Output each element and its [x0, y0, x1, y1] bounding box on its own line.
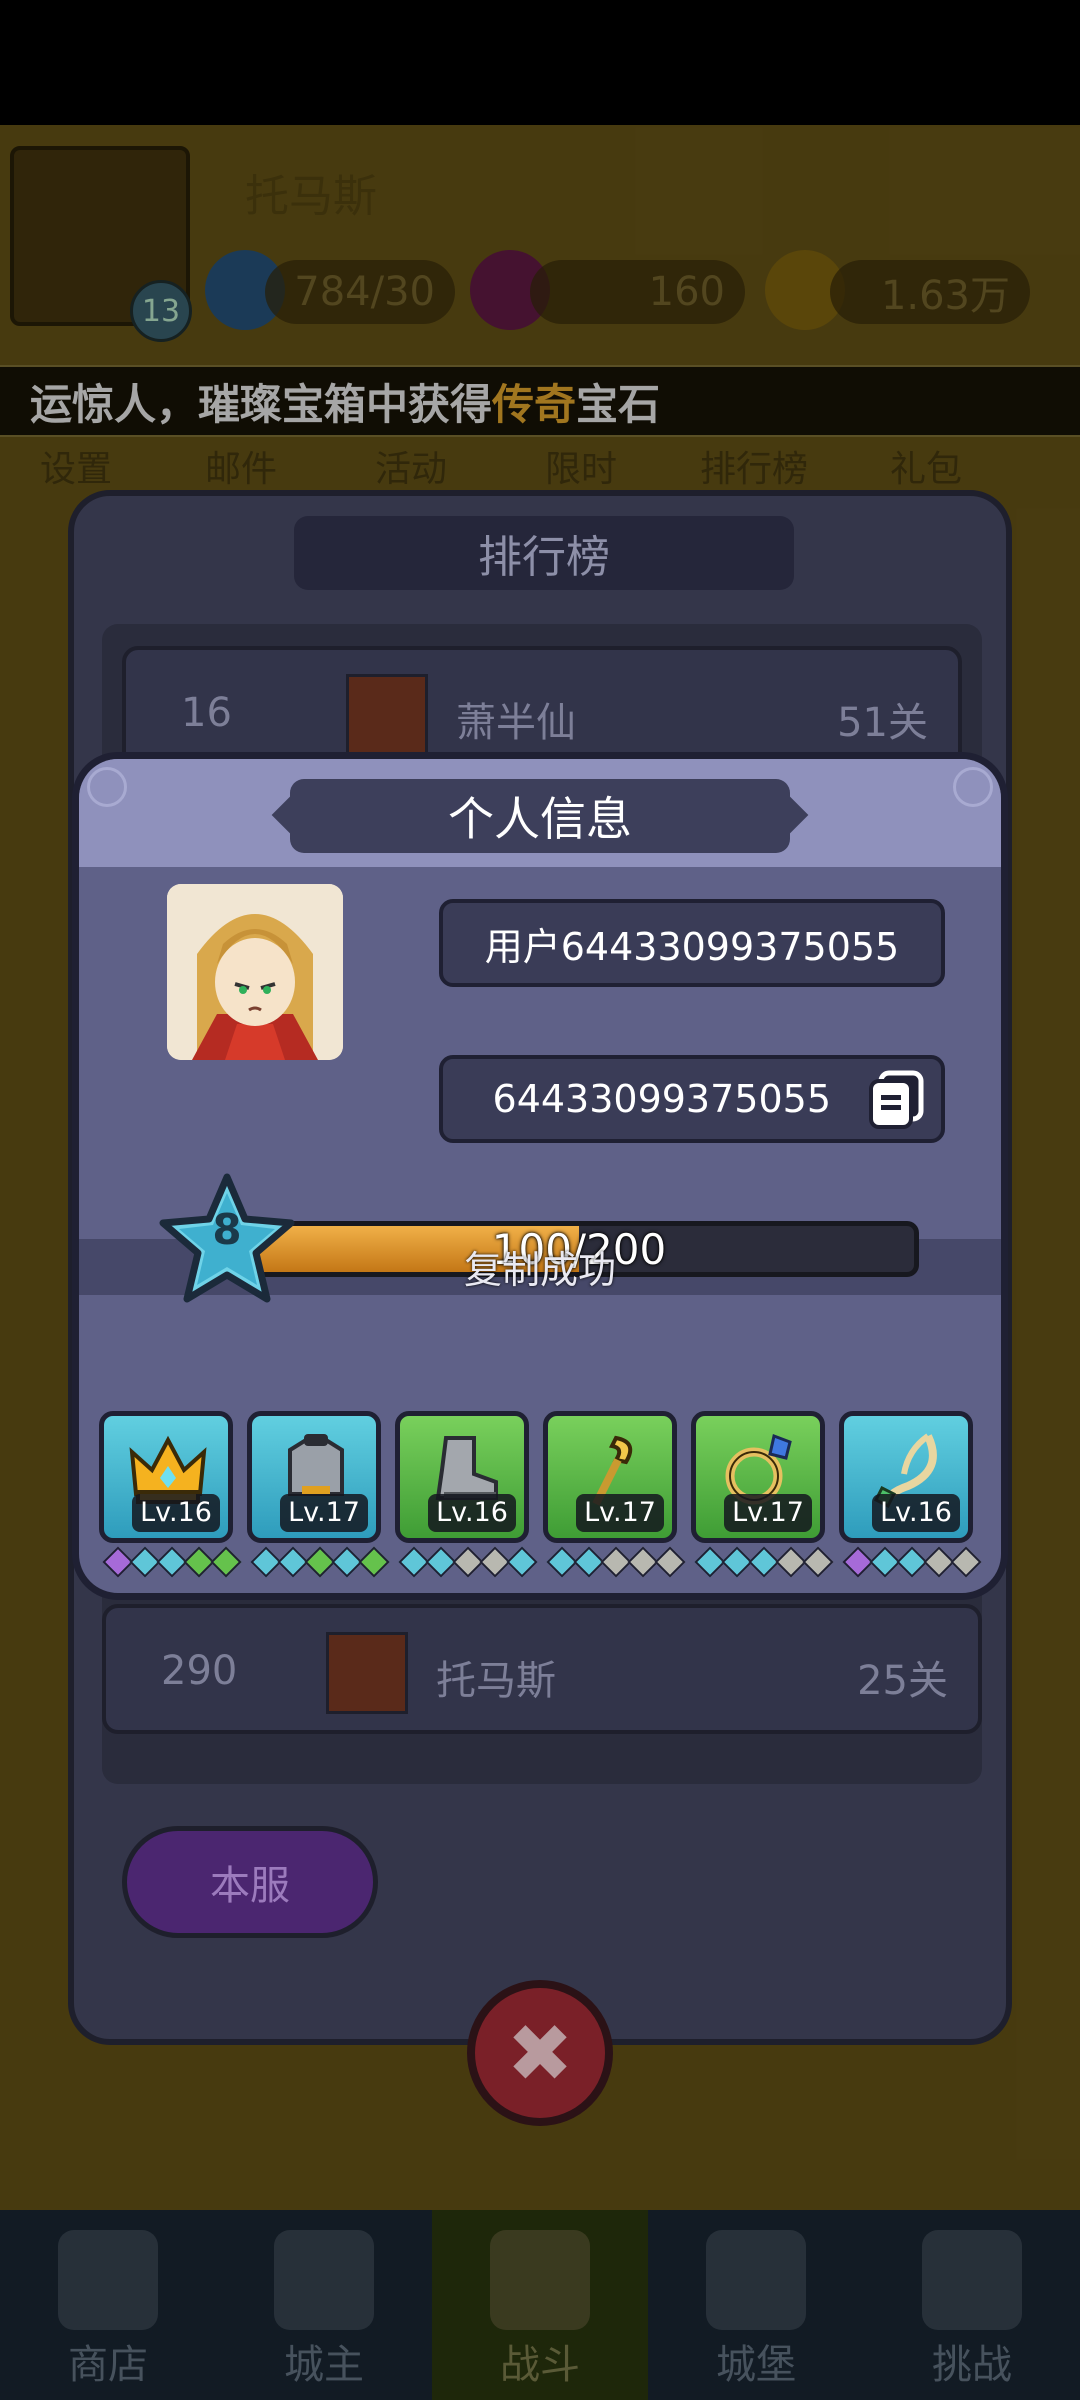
equipment-slot[interactable]: Lv.16	[839, 1411, 973, 1543]
gem-sockets	[694, 1546, 834, 1578]
server-filter-button[interactable]: 本服	[122, 1826, 378, 1938]
equipment-level-label: Lv.16	[428, 1494, 516, 1532]
copy-icon[interactable]	[867, 1069, 927, 1131]
rank-avatar	[326, 1632, 408, 1714]
close-icon: ✖	[506, 2006, 574, 2100]
personal-info-modal: 个人信息 用户64433099375055 64433099375055 100…	[72, 752, 1008, 1600]
gem-socket-icon	[950, 1546, 982, 1578]
rank-number: 290	[161, 1648, 238, 1694]
rank-stage: 25关	[857, 1658, 948, 1704]
equipment-slot[interactable]: Lv.16	[99, 1411, 233, 1543]
equipment-level-label: Lv.17	[576, 1494, 664, 1532]
equipment-slot[interactable]: Lv.17	[247, 1411, 381, 1543]
equipment-slot[interactable]: Lv.16	[395, 1411, 529, 1543]
rank-name: 托马斯	[436, 1658, 556, 1704]
gem-socket-icon	[210, 1546, 242, 1578]
user-id-value: 64433099375055	[492, 1077, 831, 1121]
corner-ornament-icon	[87, 767, 127, 807]
gem-sockets	[102, 1546, 242, 1578]
leaderboard-title: 排行榜	[294, 516, 794, 590]
rank-name: 萧半仙	[456, 700, 576, 746]
rank-stage: 51关	[837, 700, 928, 746]
gem-socket-icon	[506, 1546, 538, 1578]
user-id-field: 64433099375055	[439, 1055, 945, 1143]
equipment-level-label: Lv.17	[724, 1494, 812, 1532]
equipment-slot[interactable]: Lv.17	[543, 1411, 677, 1543]
equipment-level-label: Lv.17	[280, 1494, 368, 1532]
gem-socket-icon	[358, 1546, 390, 1578]
equipment-level-label: Lv.16	[872, 1494, 960, 1532]
equipment-level-label: Lv.16	[132, 1494, 220, 1532]
corner-ornament-icon	[953, 767, 993, 807]
gem-sockets	[842, 1546, 982, 1578]
rank-number: 16	[181, 690, 232, 736]
status-bar	[0, 0, 1080, 125]
rank-avatar	[346, 674, 428, 756]
player-level: 8	[212, 1205, 242, 1254]
equipment-row: Lv.16 Lv.17 Lv.16 Lv.17 Lv.17 Lv.16	[99, 1411, 995, 1581]
my-rank-row[interactable]: 290 托马斯 25关	[102, 1604, 982, 1734]
gem-sockets	[250, 1546, 390, 1578]
gem-socket-icon	[654, 1546, 686, 1578]
modal-title: 个人信息	[290, 779, 790, 853]
equipment-slot[interactable]: Lv.17	[691, 1411, 825, 1543]
username-field: 用户64433099375055	[439, 899, 945, 987]
profile-avatar[interactable]	[167, 884, 343, 1060]
gem-sockets	[398, 1546, 538, 1578]
gem-socket-icon	[802, 1546, 834, 1578]
close-button[interactable]: ✖	[467, 1980, 613, 2126]
gem-sockets	[546, 1546, 686, 1578]
